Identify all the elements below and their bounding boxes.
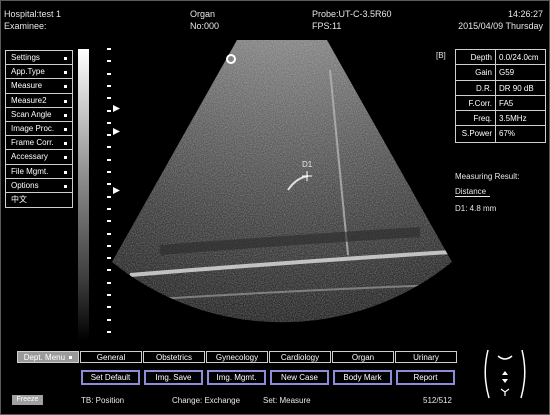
param-value: 0.0/24.0cm bbox=[499, 53, 539, 62]
dept-tab[interactable]: Organ bbox=[332, 351, 394, 363]
cursor-label: D1 bbox=[302, 160, 313, 169]
dept-tab[interactable]: Gynecology bbox=[206, 351, 268, 363]
measure-result: D1: 4.8 mm bbox=[455, 204, 497, 213]
dept-menu-dot-icon bbox=[69, 356, 73, 360]
mode-tag: [B] bbox=[436, 51, 446, 60]
action-button[interactable]: Report bbox=[396, 370, 455, 385]
status-tb: TB: Position bbox=[81, 396, 125, 405]
param-value: DR 90 dB bbox=[499, 83, 534, 93]
frame-counter: 512/512 bbox=[423, 396, 452, 405]
param-row: S.Power 67% bbox=[456, 126, 545, 142]
param-label: F.Corr. bbox=[456, 95, 496, 111]
freeze-indicator[interactable]: Freeze bbox=[12, 395, 43, 405]
dept-tab[interactable]: Obstetrics bbox=[143, 351, 205, 363]
speckle-texture bbox=[112, 40, 452, 323]
param-label: D.R. bbox=[456, 80, 496, 95]
param-label: Freq. bbox=[456, 111, 496, 126]
body-mark-icon[interactable] bbox=[480, 348, 530, 400]
status-change: Change: Exchange bbox=[172, 396, 241, 405]
param-row: D.R. DR 90 dB bbox=[456, 80, 545, 96]
param-value: FA5 bbox=[499, 98, 514, 108]
measure-title: Measuring Result: bbox=[455, 172, 520, 181]
dept-tab[interactable]: Urinary bbox=[395, 351, 457, 363]
action-button[interactable]: Body Mark bbox=[333, 370, 392, 385]
measure-type: Distance bbox=[455, 187, 491, 197]
param-label: Gain bbox=[456, 65, 496, 80]
param-row: Depth 0.0/24.0cm bbox=[456, 50, 545, 66]
action-button[interactable]: New Case bbox=[270, 370, 329, 385]
param-row: Gain G59 bbox=[456, 65, 545, 81]
param-value: G59 bbox=[499, 68, 515, 78]
param-value: 3.5MHz bbox=[499, 114, 527, 124]
param-label: S.Power bbox=[456, 126, 496, 142]
action-button[interactable]: Img. Save bbox=[144, 370, 203, 385]
parameter-table: Depth 0.0/24.0cm Gain G59 D.R. DR 90 dB F.Corr… bbox=[455, 49, 546, 143]
status-set: Set: Measure bbox=[263, 396, 311, 405]
param-value: 67% bbox=[499, 129, 516, 139]
action-button[interactable]: Img. Mgmt. bbox=[207, 370, 266, 385]
dept-menu-tab[interactable]: Dept. Menu bbox=[17, 351, 79, 363]
action-buttons: Set Default Img. Save Img. Mgmt. New Case Bo… bbox=[81, 370, 459, 385]
dept-tabs: Dept. Menu General Obstetrics Gynecology Ca… bbox=[17, 351, 458, 363]
action-button[interactable]: Set Default bbox=[81, 370, 140, 385]
param-label: Depth bbox=[456, 50, 496, 65]
dept-menu-label: Dept. Menu bbox=[23, 353, 66, 362]
dept-tab[interactable]: General bbox=[80, 351, 142, 363]
dept-tab[interactable]: Cardiology bbox=[269, 351, 331, 363]
param-row: Freq. 3.5MHz bbox=[456, 111, 545, 127]
param-row: F.Corr. FA5 bbox=[456, 95, 545, 112]
